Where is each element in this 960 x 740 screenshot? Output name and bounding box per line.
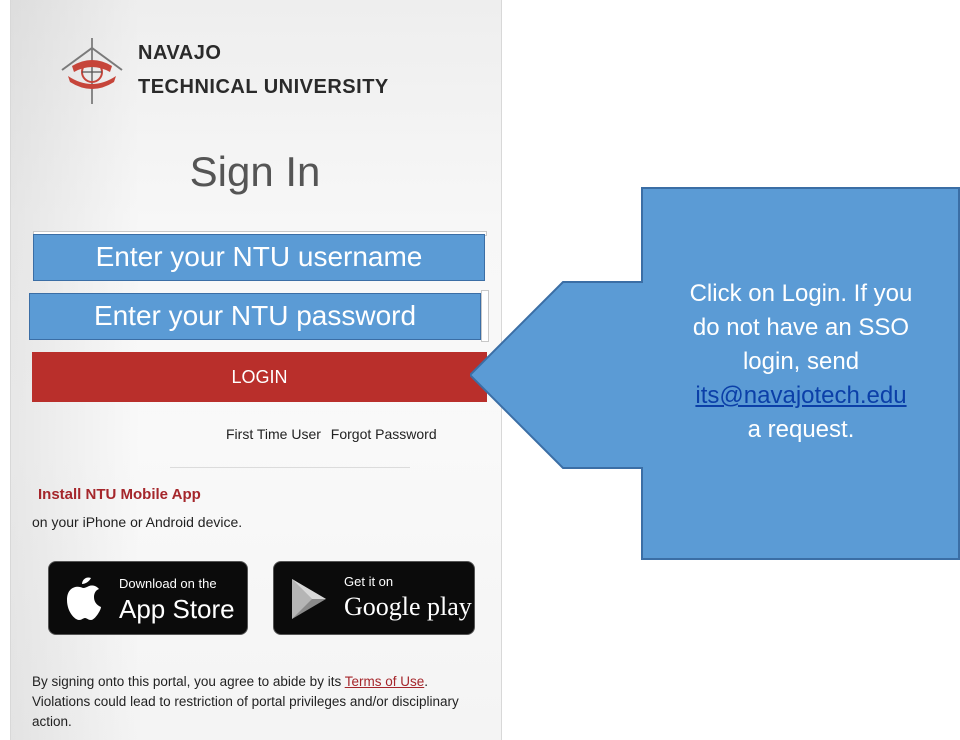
app-store-badge[interactable]: Download on the App Store [48,561,248,635]
callout-line-2: do not have an SSO [692,314,910,341]
callout-text: Click on Login. If you do not have an SS… [648,277,954,447]
forgot-password-link[interactable]: Forgot Password [331,426,437,442]
callout-email-link[interactable]: its@navajotech.edu [648,379,954,413]
terms-text: By signing onto this portal, you agree t… [32,672,482,732]
university-logo: NAVAJO TECHNICAL UNIVERSITY [52,36,472,106]
divider [170,467,410,468]
terms-of-use-link[interactable]: Terms of Use [345,674,425,689]
install-app-title: Install NTU Mobile App [38,486,201,503]
callout-line-1: Click on Login. If you [689,280,913,307]
google-play-big-label: Google play [344,592,472,621]
app-store-small-label: Download on the [119,576,217,591]
callout-line-5: a request. [747,416,855,443]
apple-icon [67,577,101,620]
first-time-user-link[interactable]: First Time User [226,426,321,442]
login-button[interactable]: LOGIN [32,352,487,402]
password-field[interactable]: Enter your NTU password [29,293,481,340]
callout-line-3: login, send [742,348,860,375]
google-play-badge[interactable]: Get it on Google play [273,561,475,635]
instruction-callout: Click on Login. If you do not have an SS… [470,187,960,560]
google-play-icon [292,579,326,619]
google-play-small-label: Get it on [344,574,394,589]
terms-before: By signing onto this portal, you agree t… [32,674,345,689]
logo-line-2: TECHNICAL UNIVERSITY [138,76,389,98]
app-store-big-label: App Store [119,594,235,624]
username-field[interactable]: Enter your NTU username [33,234,485,281]
account-links: First Time User Forgot Password [220,426,437,442]
logo-line-1: NAVAJO [138,42,222,64]
install-app-subtitle: on your iPhone or Android device. [32,514,243,530]
page-title: Sign In [189,148,321,195]
ntu-logo-icon [61,38,123,104]
